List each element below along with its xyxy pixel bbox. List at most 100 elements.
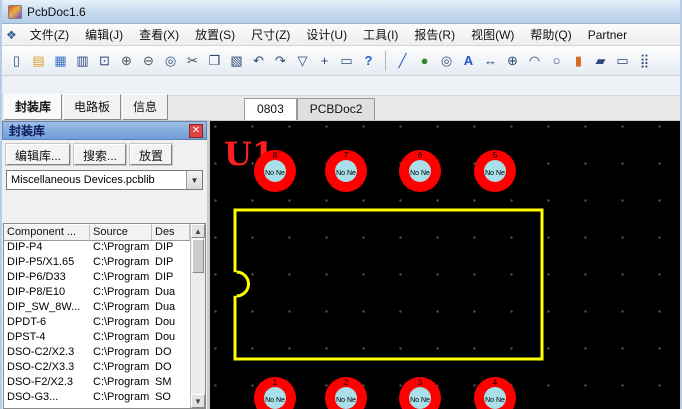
table-row[interactable]: DSO-G3...C:\Program ...SO: [4, 391, 190, 406]
menu-item-look[interactable]: 查看(X): [132, 24, 186, 45]
save-icon[interactable]: ▦: [50, 50, 71, 71]
new-document-icon[interactable]: ▯: [6, 50, 27, 71]
table-row[interactable]: DIP-P5/X1.65C:\Program ...DIP: [4, 256, 190, 271]
open-folder-icon[interactable]: ▤: [28, 50, 49, 71]
pad-2[interactable]: 2 No Ne: [325, 377, 367, 409]
cell-description: DO: [152, 361, 190, 376]
scroll-thumb[interactable]: [192, 239, 204, 273]
close-icon[interactable]: ✕: [189, 124, 203, 138]
menu-item-tools[interactable]: 工具(I): [356, 24, 405, 45]
pad-5[interactable]: 5 No Ne: [474, 150, 516, 192]
tab-footprint-library[interactable]: 封装库: [4, 94, 62, 120]
tab-board[interactable]: 电路板: [63, 94, 121, 120]
table-row[interactable]: DSO-C2/X3.3C:\Program ...DO: [4, 361, 190, 376]
col-header-source[interactable]: Source: [90, 224, 152, 240]
circle-icon[interactable]: ○: [546, 50, 567, 71]
cut-icon[interactable]: ✂: [182, 50, 203, 71]
pad-icon[interactable]: ●: [414, 50, 435, 71]
polygon-icon[interactable]: ▰: [590, 50, 611, 71]
scroll-track[interactable]: [191, 238, 205, 394]
help-icon[interactable]: ?: [358, 50, 379, 71]
component-outline[interactable]: [235, 210, 542, 359]
room-icon[interactable]: ▭: [612, 50, 633, 71]
menu-item-partner[interactable]: Partner: [581, 26, 634, 44]
paste-icon[interactable]: ▧: [226, 50, 247, 71]
pad-3[interactable]: 3 No Ne: [399, 377, 441, 409]
table-scrollbar[interactable]: ▲ ▼: [190, 224, 205, 408]
doc-tab-pcbdoc2[interactable]: PCBDoc2: [297, 98, 376, 120]
window-title: PcbDoc1.6: [27, 5, 86, 19]
cell-description: DO: [152, 346, 190, 361]
cross-probe-icon[interactable]: +: [314, 50, 335, 71]
col-header-component[interactable]: Component ...: [4, 224, 90, 240]
search-button[interactable]: 搜索...: [74, 144, 126, 165]
toolbar-spacer: [2, 76, 680, 96]
dimension-icon[interactable]: ↔: [480, 50, 501, 71]
table-header: Component ... Source Des: [4, 224, 190, 241]
place-button[interactable]: 放置: [130, 144, 172, 165]
copy-icon[interactable]: ❐: [204, 50, 225, 71]
cell-component: DIP-P8/E10: [4, 286, 90, 301]
menu-item-file[interactable]: 文件(Z): [23, 24, 76, 45]
scroll-up-icon[interactable]: ▲: [191, 224, 205, 238]
filter-icon[interactable]: ▽: [292, 50, 313, 71]
table-row[interactable]: DSO-F2/X2.3C:\Program ...SM: [4, 376, 190, 391]
doc-tab-0803[interactable]: 0803: [244, 98, 297, 120]
table-row[interactable]: DIP-P8/E10C:\Program ...Dua: [4, 286, 190, 301]
pad-net-label: No Ne: [410, 170, 430, 177]
array-icon[interactable]: ⣿: [634, 50, 655, 71]
undo-icon[interactable]: ↶: [248, 50, 269, 71]
placement-icon[interactable]: ▭: [336, 50, 357, 71]
table-row[interactable]: DSO-C2/X2.3C:\Program ...DO: [4, 346, 190, 361]
pad-7[interactable]: 7 No Ne: [325, 150, 367, 192]
panel-title: 封装库: [9, 122, 45, 139]
scroll-down-icon[interactable]: ▼: [191, 394, 205, 408]
table-row[interactable]: DIP_SW_8W...C:\Program ...Dua: [4, 301, 190, 316]
cell-source: C:\Program ...: [90, 241, 152, 256]
cell-source: C:\Program ...: [90, 286, 152, 301]
pad-1[interactable]: 1 No Ne: [254, 377, 296, 409]
pad-number: 6: [418, 151, 423, 160]
library-dropdown[interactable]: Miscellaneous Devices.pcblib ▼: [6, 170, 203, 190]
pad-number: 5: [493, 151, 498, 160]
redo-icon[interactable]: ↷: [270, 50, 291, 71]
pcb-canvas[interactable]: U1 8 No Ne 7 No Ne: [210, 121, 680, 409]
table-row[interactable]: DPDT-6C:\Program ...Dou: [4, 316, 190, 331]
zoom-all-icon[interactable]: ◎: [160, 50, 181, 71]
pad-6[interactable]: 6 No Ne: [399, 150, 441, 192]
zoom-out-icon[interactable]: ⊖: [138, 50, 159, 71]
col-header-description[interactable]: Des: [152, 224, 190, 240]
line-icon[interactable]: ╱: [392, 50, 413, 71]
tab-info[interactable]: 信息: [122, 94, 168, 120]
origin-icon[interactable]: ⊕: [502, 50, 523, 71]
pad-8[interactable]: 8 No Ne: [254, 150, 296, 192]
fill-icon[interactable]: ▮: [568, 50, 589, 71]
menu-item-dimension[interactable]: 尺寸(Z): [244, 24, 297, 45]
chevron-down-icon[interactable]: ▼: [186, 171, 202, 189]
zoom-window-icon[interactable]: ⊡: [94, 50, 115, 71]
string-icon[interactable]: A: [458, 50, 479, 71]
menu-item-view[interactable]: 视图(W): [464, 24, 521, 45]
cell-source: C:\Program ...: [90, 271, 152, 286]
cell-component: DPST-4: [4, 331, 90, 346]
table-row[interactable]: DIP-P6/D33C:\Program ...DIP: [4, 271, 190, 286]
cell-description: Dua: [152, 301, 190, 316]
pad-4[interactable]: 4 No Ne: [474, 377, 516, 409]
menu-item-help[interactable]: 帮助(Q): [523, 24, 578, 45]
edit-library-button[interactable]: 编辑库...: [6, 144, 70, 165]
cell-component: DPDT-6: [4, 316, 90, 331]
table-row[interactable]: DIP-P4C:\Program ...DIP: [4, 241, 190, 256]
arc-icon[interactable]: ◠: [524, 50, 545, 71]
menu-item-design[interactable]: 设计(U): [299, 24, 354, 45]
cell-component: DIP-P5/X1.65: [4, 256, 90, 271]
table-row[interactable]: DPST-4C:\Program ...Dou: [4, 331, 190, 346]
print-icon[interactable]: ▥: [72, 50, 93, 71]
via-icon[interactable]: ◎: [436, 50, 457, 71]
cell-component: DSO-C2/X2.3: [4, 346, 90, 361]
cell-source: C:\Program ...: [90, 331, 152, 346]
zoom-in-icon[interactable]: ⊕: [116, 50, 137, 71]
document-icon: ❖: [6, 28, 17, 42]
menu-item-report[interactable]: 报告(R): [407, 24, 462, 45]
menu-item-edit[interactable]: 编辑(J): [78, 24, 130, 45]
menu-item-place[interactable]: 放置(S): [188, 24, 242, 45]
